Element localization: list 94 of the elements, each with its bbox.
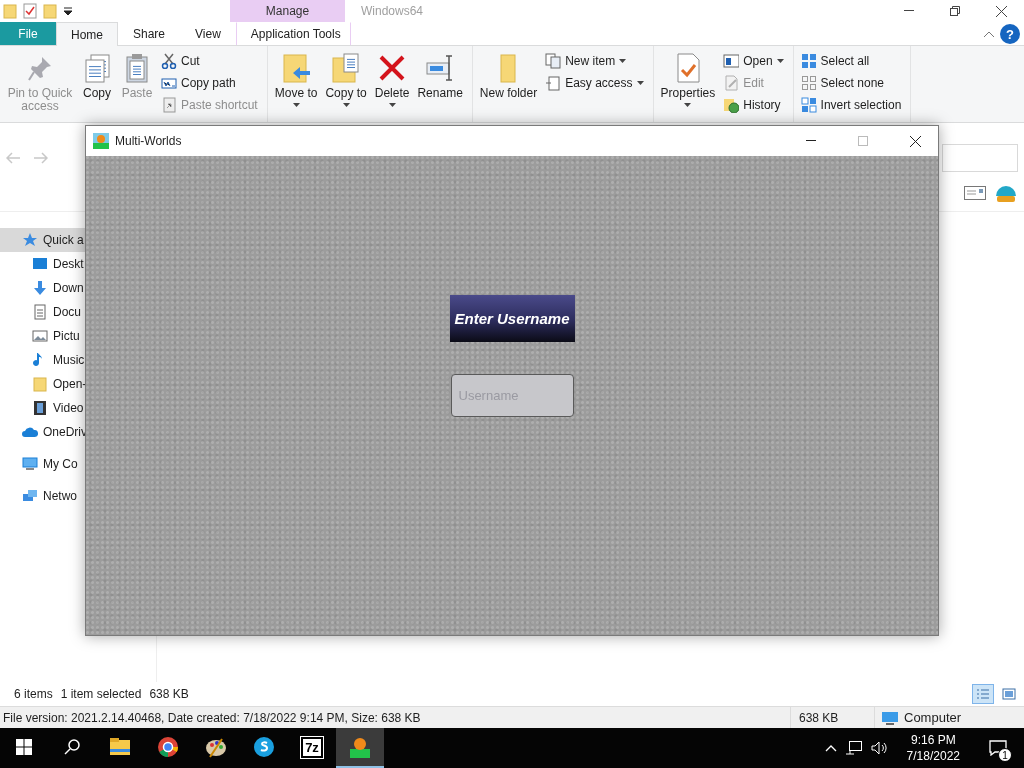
scissors-icon bbox=[161, 53, 177, 69]
app-avatar-icon bbox=[93, 133, 109, 149]
clock-date: 7/18/2022 bbox=[906, 748, 960, 764]
ribbon-button[interactable]: New folder bbox=[476, 50, 541, 102]
taskbar-app[interactable] bbox=[336, 728, 384, 768]
folder-icon bbox=[32, 376, 48, 392]
new-item-icon bbox=[545, 53, 562, 69]
item-count: 6 items bbox=[14, 687, 53, 701]
selection-size: 638 KB bbox=[149, 687, 189, 701]
nav-item[interactable]: Docu bbox=[0, 300, 156, 324]
selection-count: 1 item selected bbox=[60, 687, 142, 701]
checklist-icon bbox=[23, 3, 37, 19]
close-icon bbox=[909, 135, 921, 147]
history-icon bbox=[723, 97, 740, 113]
chevron-up-icon bbox=[824, 744, 837, 752]
back-arrow-icon bbox=[6, 152, 20, 164]
ribbon-button[interactable]: Cut bbox=[158, 50, 261, 72]
ribbon-button[interactable]: Easy access bbox=[542, 72, 647, 94]
nav-item[interactable]: Music bbox=[0, 348, 156, 372]
document-icon bbox=[32, 304, 48, 320]
close-icon bbox=[995, 5, 1007, 17]
star-icon bbox=[22, 232, 38, 248]
file-size: 638 KB bbox=[799, 710, 839, 725]
view-toggle[interactable] bbox=[972, 684, 994, 704]
select-none-icon bbox=[800, 75, 817, 91]
browser-icon bbox=[156, 735, 180, 759]
windows-logo-icon bbox=[16, 739, 32, 755]
nav-item[interactable]: Video bbox=[0, 396, 156, 420]
folder-arrow-icon bbox=[280, 52, 313, 84]
ribbon-button[interactable]: Open bbox=[720, 50, 787, 72]
nav-item[interactable]: My Co bbox=[0, 452, 156, 476]
notification-badge: 1 bbox=[998, 748, 1012, 762]
ribbon-button[interactable]: Move to bbox=[271, 50, 321, 109]
download-icon bbox=[32, 280, 48, 296]
forward-arrow-icon bbox=[34, 152, 48, 164]
nav-item[interactable]: Pictu bbox=[0, 324, 156, 348]
chat-bubble-icon bbox=[252, 735, 276, 759]
restore-icon bbox=[950, 6, 960, 16]
ribbon-button[interactable]: Copy bbox=[78, 50, 116, 102]
clock-time: 9:16 PM bbox=[910, 732, 956, 748]
open-icon bbox=[723, 53, 740, 69]
shortcut-icon bbox=[161, 97, 177, 113]
taskbar-app[interactable]: 7z bbox=[288, 728, 336, 768]
window-title: Multi-Worlds bbox=[115, 134, 183, 148]
film-icon bbox=[32, 400, 48, 416]
nav-item[interactable]: Netwo bbox=[0, 484, 156, 508]
details-view-icon bbox=[976, 688, 990, 700]
help-icon[interactable]: ? bbox=[1000, 24, 1020, 44]
ribbon-tab[interactable]: Home bbox=[56, 22, 118, 46]
network-icon bbox=[844, 740, 863, 756]
nav-item[interactable]: Open- bbox=[0, 372, 156, 396]
window-title: Windows64 bbox=[360, 3, 425, 20]
folder-icon bbox=[3, 3, 17, 19]
path-icon bbox=[161, 75, 177, 91]
ribbon-tab[interactable]: Application Tools bbox=[235, 22, 351, 45]
easy-access-icon bbox=[545, 75, 562, 91]
nav-item[interactable]: OneDriv bbox=[0, 420, 156, 444]
dropdown-icon bbox=[63, 6, 73, 16]
computer-icon bbox=[881, 710, 899, 725]
notification-button[interactable]: 1 bbox=[978, 728, 1018, 768]
ribbon-button[interactable]: Properties bbox=[657, 50, 719, 109]
ribbon-button[interactable]: Select none bbox=[797, 72, 905, 94]
minimize-icon bbox=[806, 140, 816, 142]
context-tab-header: Manage bbox=[230, 0, 345, 22]
speaker-icon bbox=[870, 740, 889, 756]
mail-icon bbox=[964, 186, 986, 200]
collapse-icon bbox=[984, 30, 994, 37]
large-icons-view-icon bbox=[1002, 688, 1016, 700]
search-field[interactable] bbox=[942, 144, 1018, 172]
invert-selection-icon bbox=[800, 97, 817, 113]
folder-icon bbox=[43, 3, 57, 19]
ribbon-button[interactable]: Copy to bbox=[322, 50, 370, 109]
location-label: Computer bbox=[904, 710, 962, 725]
avatar-icon bbox=[348, 735, 372, 759]
ribbon-button[interactable]: Invert selection bbox=[797, 94, 905, 116]
search-icon bbox=[64, 739, 80, 755]
ribbon-button[interactable]: Delete bbox=[371, 50, 413, 109]
network-icon bbox=[22, 488, 38, 504]
minimize-icon bbox=[904, 10, 914, 12]
file-details: File version: 2021.2.14.40468, Date created: 7/18/2022 9:14 PM, Size: 638 KB bbox=[3, 710, 421, 725]
ribbon-button[interactable]: History bbox=[720, 94, 787, 116]
nav-item[interactable]: Down bbox=[0, 276, 156, 300]
ribbon-button[interactable]: New item bbox=[542, 50, 647, 72]
heading: Enter Username bbox=[449, 295, 575, 342]
ribbon-button[interactable]: Select all bbox=[797, 50, 905, 72]
maximize-icon bbox=[858, 136, 868, 146]
ribbon-button[interactable]: Rename bbox=[414, 50, 466, 102]
select-all-icon bbox=[800, 53, 817, 69]
monitor-icon bbox=[32, 256, 48, 272]
ribbon-button[interactable]: Copy path bbox=[158, 72, 261, 94]
picture-icon bbox=[32, 328, 48, 344]
computer-icon bbox=[22, 456, 38, 472]
nav-item[interactable]: Deskt bbox=[0, 252, 156, 276]
edit-icon bbox=[723, 75, 740, 91]
